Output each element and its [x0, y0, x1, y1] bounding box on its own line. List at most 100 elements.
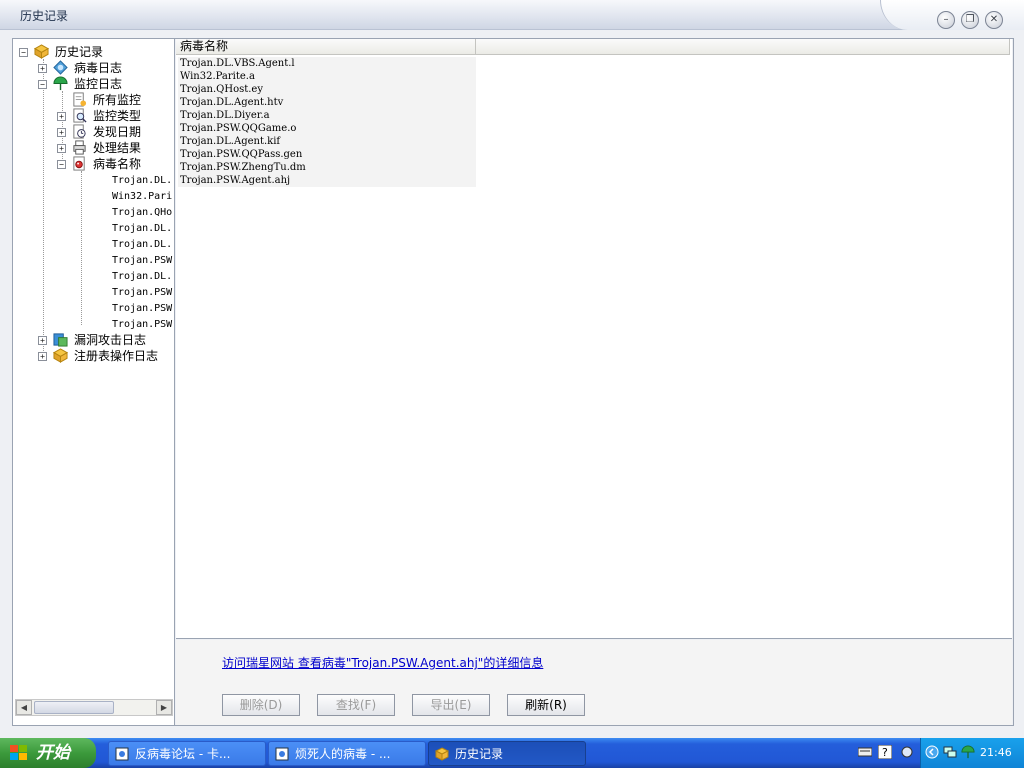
magnifier-icon [73, 108, 87, 123]
tree-node-virus-name[interactable]: − 病毒名称 [13, 156, 173, 172]
start-label: 开始 [36, 743, 70, 763]
list-row[interactable]: Trojan.PSW.Agent.ahj [178, 174, 476, 187]
expand-icon[interactable]: + [57, 144, 66, 153]
tree-node-handle-result[interactable]: + 处理结果 [13, 140, 173, 156]
collapse-icon[interactable]: − [57, 160, 66, 169]
find-button[interactable]: 查找(F) [317, 694, 395, 716]
tree-horizontal-scrollbar[interactable]: ◀ ▶ [15, 699, 173, 716]
delete-button[interactable]: 删除(D) [222, 694, 300, 716]
expand-icon[interactable]: + [57, 128, 66, 137]
taskbar: 开始 反病毒论坛 - 卡... 烦死人的病毒 - ... 历史记录 ? 21:4… [0, 738, 1024, 768]
list-header: 病毒名称 [176, 39, 1010, 55]
virus-name-list[interactable]: 病毒名称 Trojan.DL.VBS.Agent.l Win32.Parite.… [176, 39, 1012, 639]
list-row[interactable]: Trojan.PSW.ZhengTu.dm [178, 161, 476, 174]
clock: 21:46 [980, 746, 1012, 759]
list-row[interactable]: Trojan.DL.Agent.htv [178, 96, 476, 109]
virus-detail-link[interactable]: 访问瑞星网站 查看病毒"Trojan.PSW.Agent.ahj"的详细信息 [222, 654, 543, 671]
tree-leaf-virus[interactable]: Trojan.PSW [112, 317, 174, 333]
taskbar-item-label: 烦死人的病毒 - ... [295, 747, 391, 761]
tree-leaf-virus[interactable]: Trojan.PSW [112, 285, 174, 301]
tree-node-virus-log[interactable]: + 病毒日志 [13, 60, 173, 76]
taskbar-item-label: 历史记录 [455, 747, 504, 761]
tree-node-registry-log[interactable]: + 注册表操作日志 [13, 348, 173, 364]
list-row[interactable]: Win32.Parite.a [178, 70, 476, 83]
tree-leaf-virus[interactable]: Trojan.PSW [112, 253, 174, 269]
tree-label-all-monitor: 所有监控 [93, 93, 142, 107]
export-button[interactable]: 导出(E) [412, 694, 490, 716]
list-row[interactable]: Trojan.PSW.QQGame.o [178, 122, 476, 135]
tree-label-virus-log: 病毒日志 [74, 61, 123, 75]
history-tree[interactable]: − 历史记录 + 病毒日志 − 监控日志 所有监控 + 监控类型 + 发现日期 … [13, 39, 175, 725]
tree-node-all-monitor[interactable]: 所有监控 [13, 92, 173, 108]
tree-label-found-date: 发现日期 [93, 125, 142, 139]
column-header-virus-name[interactable]: 病毒名称 [176, 39, 476, 55]
tree-leaf-virus[interactable]: Win32.Pari [112, 189, 174, 205]
rising-umbrella-icon[interactable] [961, 745, 975, 759]
list-row[interactable]: Trojan.DL.VBS.Agent.l [178, 57, 476, 70]
restore-button[interactable]: ❐ [961, 11, 979, 29]
arrow-right-icon: ▶ [160, 703, 168, 712]
tree-line [81, 171, 82, 325]
arrow-left-icon: ◀ [20, 703, 28, 712]
tree-leaf-virus[interactable]: Trojan.DL. [112, 221, 174, 237]
taskbar-item[interactable]: 烦死人的病毒 - ... [268, 741, 426, 766]
browser-icon [115, 747, 129, 761]
network-icon[interactable] [943, 745, 957, 759]
chevron-left-icon[interactable] [925, 745, 939, 759]
scroll-thumb[interactable] [34, 701, 114, 714]
tree-leaf-virus[interactable]: Trojan.DL. [112, 173, 174, 189]
column-header-empty[interactable] [476, 39, 1010, 55]
start-button[interactable]: 开始 [0, 738, 96, 768]
taskbar-item-active[interactable]: 历史记录 [428, 741, 586, 766]
restore-icon: ❐ [965, 14, 975, 25]
help-icon[interactable]: ? [878, 745, 892, 759]
input-method-icon[interactable] [900, 745, 914, 759]
close-button[interactable]: ✕ [985, 11, 1003, 29]
document-icon [73, 92, 87, 107]
tree-label-root: 历史记录 [55, 45, 104, 59]
list-row[interactable]: Trojan.DL.Diyer.a [178, 109, 476, 122]
tree-label-handle-result: 处理结果 [93, 141, 142, 155]
history-app-icon [435, 747, 449, 761]
taskbar-item-label: 反病毒论坛 - 卡... [135, 747, 231, 761]
tree-leaf-virus[interactable]: Trojan.DL. [112, 269, 174, 285]
tree-node-found-date[interactable]: + 发现日期 [13, 124, 173, 140]
scroll-right-button[interactable]: ▶ [156, 700, 172, 715]
tree-leaf-virus[interactable]: Trojan.QHo [112, 205, 174, 221]
expand-icon[interactable]: + [38, 64, 47, 73]
tree-node-root[interactable]: − 历史记录 [13, 44, 173, 60]
virus-log-icon [53, 60, 68, 75]
tree-label-monitor-type: 监控类型 [93, 109, 142, 123]
taskbar-item[interactable]: 反病毒论坛 - 卡... [108, 741, 266, 766]
tree-node-monitor-log[interactable]: − 监控日志 [13, 76, 173, 92]
title-bar: 历史记录 – ❐ ✕ [0, 0, 1024, 30]
refresh-button[interactable]: 刷新(R) [507, 694, 585, 716]
tree-leaf-virus[interactable]: Trojan.DL. [112, 237, 174, 253]
close-icon: ✕ [989, 14, 999, 25]
history-folder-icon [34, 44, 49, 59]
list-row[interactable]: Trojan.QHost.ey [178, 83, 476, 96]
minimize-icon: – [943, 14, 949, 25]
registry-log-icon [53, 348, 68, 363]
expand-icon[interactable]: + [57, 112, 66, 121]
exploit-log-icon [53, 333, 68, 347]
tree-label-monitor-log: 监控日志 [74, 77, 123, 91]
tree-node-monitor-type[interactable]: + 监控类型 [13, 108, 173, 124]
virus-document-icon [73, 156, 85, 171]
expand-icon[interactable]: + [38, 336, 47, 345]
expand-icon[interactable]: + [38, 352, 47, 361]
tree-label-virus-name: 病毒名称 [93, 157, 142, 171]
svg-text:?: ? [882, 746, 888, 759]
list-row[interactable]: Trojan.DL.Agent.kif [178, 135, 476, 148]
printer-icon [73, 140, 86, 155]
minimize-button[interactable]: – [937, 11, 955, 29]
detail-panel: 访问瑞星网站 查看病毒"Trojan.PSW.Agent.ahj"的详细信息 删… [176, 640, 1012, 725]
collapse-icon[interactable]: − [19, 48, 28, 57]
keyboard-icon[interactable] [858, 745, 872, 759]
tree-leaf-virus[interactable]: Trojan.PSW [112, 301, 174, 317]
tree-label-registry-log: 注册表操作日志 [74, 349, 159, 363]
collapse-icon[interactable]: − [38, 80, 47, 89]
tree-node-exploit-log[interactable]: + 漏洞攻击日志 [13, 332, 173, 348]
scroll-left-button[interactable]: ◀ [16, 700, 32, 715]
list-row[interactable]: Trojan.PSW.QQPass.gen [178, 148, 476, 161]
